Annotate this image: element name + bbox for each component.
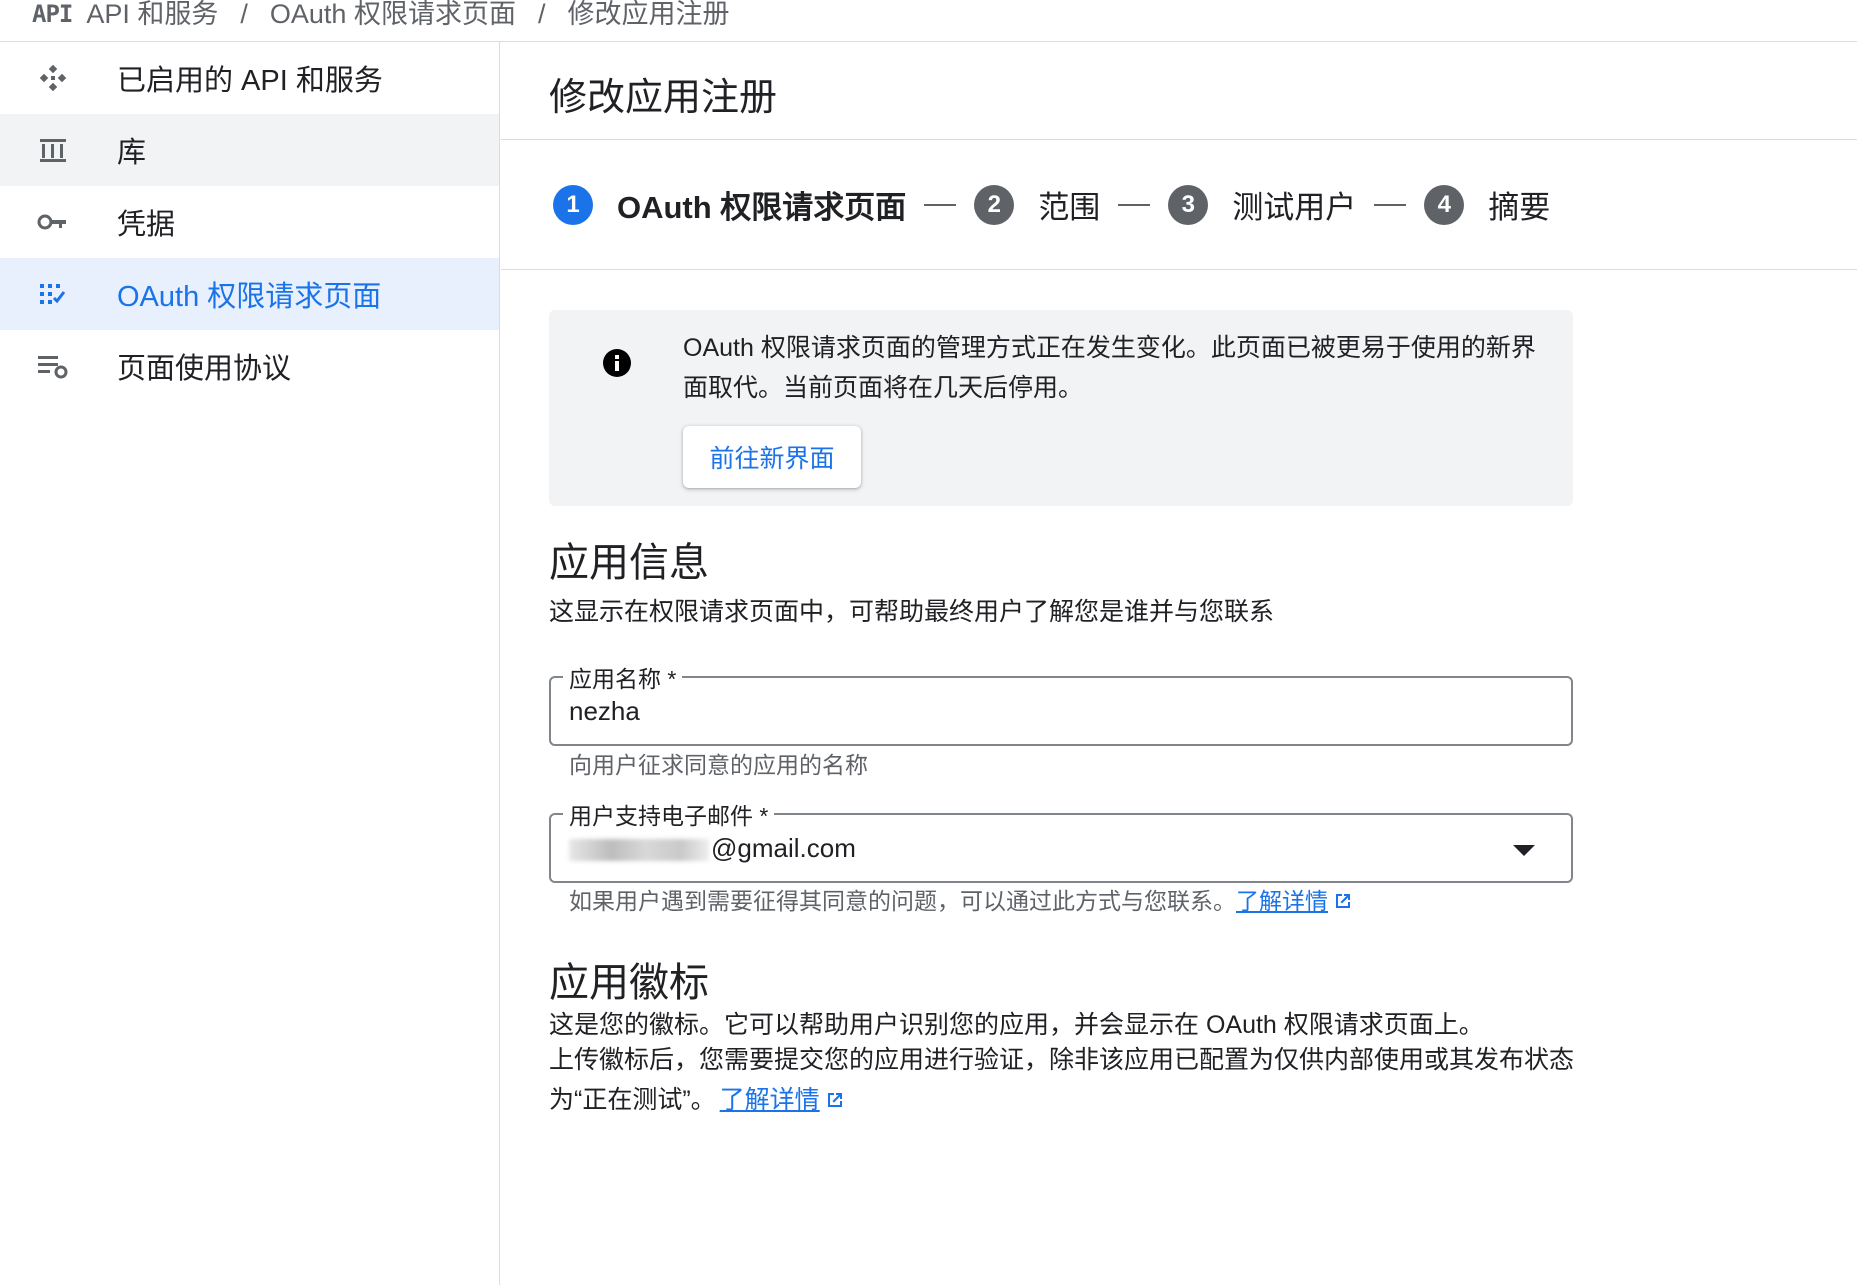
support-email-value: @gmail.com [569, 833, 856, 864]
step-oauth-consent[interactable]: 1 OAuth 权限请求页面 [553, 182, 906, 227]
page-usage-agreement-icon [38, 356, 68, 379]
info-icon [603, 349, 631, 377]
sidebar-item-enabled-apis[interactable]: 已启用的 API 和服务 [0, 42, 499, 114]
library-icon [40, 139, 66, 162]
redacted-email-prefix [569, 839, 709, 862]
oauth-consent-icon [40, 284, 66, 304]
breadcrumb-separator: / [537, 0, 546, 29]
sidebar-item-label: 已启用的 API 和服务 [117, 65, 383, 97]
breadcrumb: API API 和服务 / OAuth 权限请求页面 / 修改应用注册 [0, 0, 1857, 42]
breadcrumb-separator: / [240, 0, 248, 29]
sidebar-item-library[interactable]: 库 [0, 114, 499, 186]
breadcrumb-item-current: 修改应用注册 [567, 0, 730, 29]
step-label: 摘要 [1488, 190, 1551, 225]
key-icon [37, 214, 66, 230]
api-services-icon [39, 64, 67, 92]
step-label: 范围 [1038, 190, 1101, 225]
step-separator [1118, 203, 1151, 206]
learn-more-link[interactable]: 了解详情 [1236, 888, 1328, 914]
support-email-label: 用户支持电子邮件 * [563, 797, 775, 831]
page-title: 修改应用注册 [549, 77, 778, 119]
step-separator [1374, 203, 1407, 206]
dropdown-arrow-icon[interactable] [1513, 845, 1535, 856]
page-header: 修改应用注册 [501, 42, 1857, 140]
sidebar-item-page-usage-agreement[interactable]: 页面使用协议 [0, 330, 499, 402]
sidebar-item-credentials[interactable]: 凭据 [0, 186, 499, 258]
app-logo-title: 应用徽标 [549, 961, 709, 1005]
sidebar-item-label: 凭据 [117, 209, 176, 241]
sidebar-item-label: 库 [117, 137, 147, 169]
api-logo-icon: API [32, 0, 73, 28]
app-name-label: 应用名称 * [563, 660, 683, 694]
step-number: 1 [553, 184, 593, 225]
step-label: OAuth 权限请求页面 [617, 190, 907, 225]
external-link-icon[interactable] [824, 1089, 846, 1111]
app-name-input[interactable]: nezha [569, 696, 640, 727]
app-info-title: 应用信息 [549, 541, 709, 585]
app-name-hint: 向用户征求同意的应用的名称 [569, 752, 868, 778]
support-email-hint: 如果用户遇到需要征得其同意的问题，可以通过此方式与您联系。了解详情 [569, 882, 1354, 916]
app-info-desc: 这显示在权限请求页面中，可帮助最终用户了解您是谁并与您联系 [549, 598, 1275, 626]
step-test-users[interactable]: 3 测试用户 [1168, 182, 1356, 227]
go-to-new-ui-button[interactable]: 前往新界面 [683, 426, 861, 488]
learn-more-link[interactable]: 了解详情 [720, 1086, 820, 1114]
breadcrumb-item-api-services[interactable]: API 和服务 [86, 0, 218, 28]
sidebar-item-label: 页面使用协议 [117, 353, 292, 385]
step-separator [924, 203, 957, 206]
external-link-icon[interactable] [1332, 890, 1354, 912]
app-name-field[interactable]: 应用名称 * nezha [549, 660, 1573, 746]
step-number: 2 [974, 184, 1015, 225]
migration-notice: OAuth 权限请求页面的管理方式正在发生变化。此页面已被更易于使用的新界面取代… [549, 310, 1573, 506]
breadcrumb-item-oauth[interactable]: OAuth 权限请求页面 [270, 0, 516, 28]
step-number: 4 [1424, 184, 1465, 225]
sidebar: 已启用的 API 和服务 库 凭据 OAuth 权限请求页面 页面使用协议 [0, 42, 500, 1285]
app-logo-desc-text: 上传徽标后，您需要提交您的应用进行验证，除非该应用已配置为仅供内部使用或其发布状… [549, 1046, 1575, 1114]
notice-text: OAuth 权限请求页面的管理方式正在发生变化。此页面已被更易于使用的新界面取代… [683, 334, 1536, 402]
step-label: 测试用户 [1232, 190, 1357, 225]
sidebar-item-oauth-consent[interactable]: OAuth 权限请求页面 [0, 258, 499, 330]
main-content: 修改应用注册 1 OAuth 权限请求页面 2 范围 3 测试用户 4 摘要 O… [501, 42, 1857, 1285]
support-email-hint-text: 如果用户遇到需要征得其同意的问题，可以通过此方式与您联系。 [569, 888, 1236, 914]
sidebar-item-label: OAuth 权限请求页面 [117, 281, 382, 313]
step-summary[interactable]: 4 摘要 [1424, 182, 1550, 227]
step-number: 3 [1168, 184, 1209, 225]
support-email-domain: @gmail.com [711, 833, 856, 863]
support-email-select[interactable]: 用户支持电子邮件 * @gmail.com [549, 797, 1573, 883]
step-scopes[interactable]: 2 范围 [974, 182, 1100, 227]
app-logo-desc-line2: 上传徽标后，您需要提交您的应用进行验证，除非该应用已配置为仅供内部使用或其发布状… [549, 1040, 1579, 1120]
app-logo-desc-line1: 这是您的徽标。它可以帮助用户识别您的应用，并会显示在 OAuth 权限请求页面上… [549, 1011, 1484, 1039]
stepper: 1 OAuth 权限请求页面 2 范围 3 测试用户 4 摘要 [501, 140, 1857, 270]
